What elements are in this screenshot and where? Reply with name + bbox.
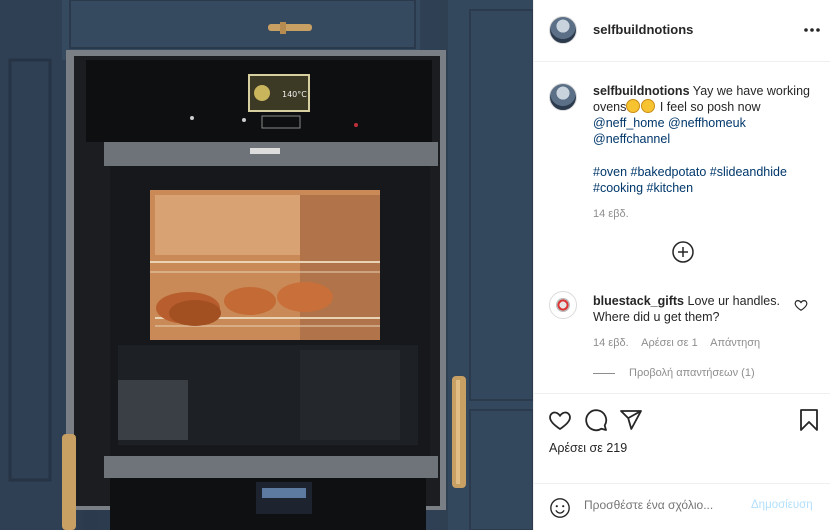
comment-icon[interactable] [584,408,608,432]
hot-face-emoji-icon [641,99,656,113]
smile-icon[interactable] [549,497,571,519]
commenter-avatar[interactable] [549,291,577,319]
comment-like-count[interactable]: Αρέσει σε 1 [641,337,698,349]
mention-neffchannel[interactable]: @neffchannel [593,132,670,146]
caption-text-end: I feel so posh now [656,100,761,114]
oven-display-temp: 140°C [282,90,307,99]
reply-button[interactable]: Απάντηση [710,337,760,349]
heart-icon[interactable] [548,408,572,432]
share-icon[interactable] [619,408,643,432]
hot-face-emoji-icon [626,99,641,113]
author-avatar[interactable] [549,16,577,44]
action-bar: Αρέσει σε 219 [534,393,830,483]
post-header: selfbuildnotions [534,0,830,62]
caption-username[interactable]: selfbuildnotions [593,84,690,98]
comments-section: selfbuildnotions Yay we have working ove… [534,63,830,393]
bookmark-icon[interactable] [797,408,821,432]
replies-divider [593,372,615,374]
caption-timestamp[interactable]: 14 εβδ. [593,208,629,220]
mention-neff-home[interactable]: @neff_home [593,116,665,130]
post-caption: selfbuildnotions Yay we have working ove… [593,83,818,147]
author-username[interactable]: selfbuildnotions [593,22,693,37]
plus-circle-icon[interactable] [671,240,695,264]
post-comment-button[interactable]: Δημοσίευση [751,499,813,511]
comment-username[interactable]: bluestack_gifts [593,294,684,308]
comment-meta: 14 εβδ. Αρέσει σε 1 Απάντηση [593,337,770,349]
post-sidebar: selfbuildnotions selfbuildnotions Yay we… [533,0,830,530]
like-count[interactable]: Αρέσει σε 219 [549,441,627,455]
comment-timestamp[interactable]: 14 εβδ. [593,337,629,349]
mention-neffhomeuk[interactable]: @neffhomeuk [668,116,746,130]
post-photo[interactable]: 140°C [0,0,533,530]
more-horizontal-icon[interactable] [802,20,822,40]
view-replies-label: Προβολή απαντήσεων (1) [629,367,755,379]
comment: bluestack_gifts Love ur handles. Where d… [593,293,783,325]
add-comment-bar: Δημοσίευση [534,483,830,530]
view-replies-button[interactable]: Προβολή απαντήσεων (1) [593,367,755,379]
oven-photo-illustration: 140°C [0,0,533,530]
comment-input[interactable] [584,498,744,512]
comment-heart-icon[interactable] [794,298,808,312]
caption-hashtags[interactable]: #oven #bakedpotato #slideandhide #cookin… [593,164,818,196]
caption-author-avatar[interactable] [549,83,577,111]
